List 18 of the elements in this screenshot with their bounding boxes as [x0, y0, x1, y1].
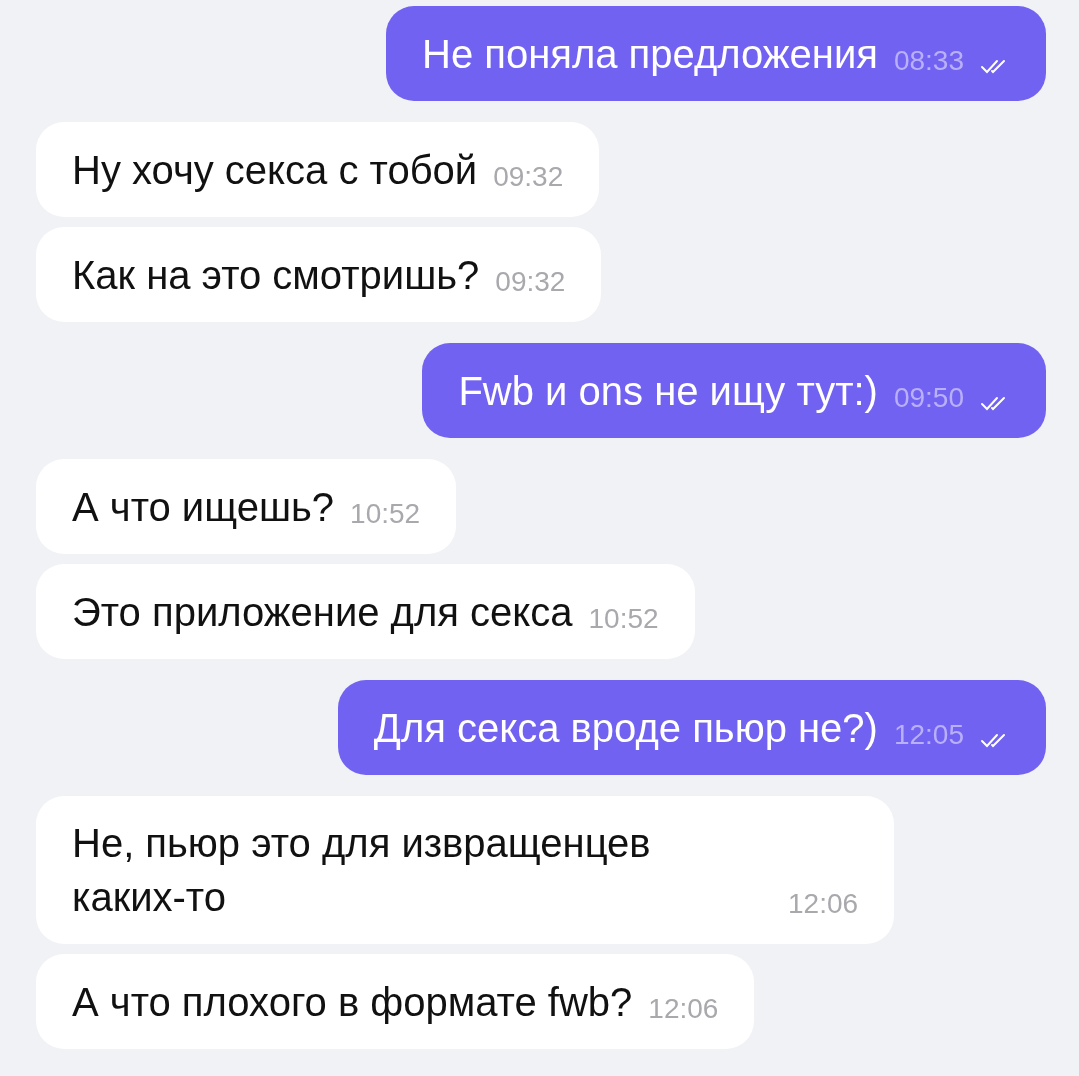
message-time: 09:32 — [495, 265, 566, 299]
message-time: 12:06 — [648, 992, 719, 1026]
message-time: 09:50 — [893, 381, 964, 415]
message-text: Ну хочу секса с тобой — [72, 147, 478, 194]
message-time: 12:05 — [893, 718, 964, 752]
message-text: Fwb и ons не ищу тут:) — [458, 368, 878, 415]
message-time: 10:52 — [350, 497, 421, 531]
message-text: Это приложение для секса — [72, 589, 573, 636]
message-text: Не поняла предложения — [422, 31, 878, 78]
message-time: 10:52 — [588, 602, 659, 636]
message-text: А что ищешь? — [72, 484, 335, 531]
message-text: А что плохого в формате fwb? — [72, 979, 633, 1026]
message-text: Как на это смотришь? — [72, 252, 480, 299]
message-time: 08:33 — [893, 44, 964, 78]
message-text: Для секса вроде пьюр не?) — [373, 705, 878, 752]
message-time: 09:32 — [493, 160, 564, 194]
message-text: Не, пьюр это для извращенцев каких-то — [72, 820, 652, 921]
message-time: 12:06 — [788, 887, 859, 921]
